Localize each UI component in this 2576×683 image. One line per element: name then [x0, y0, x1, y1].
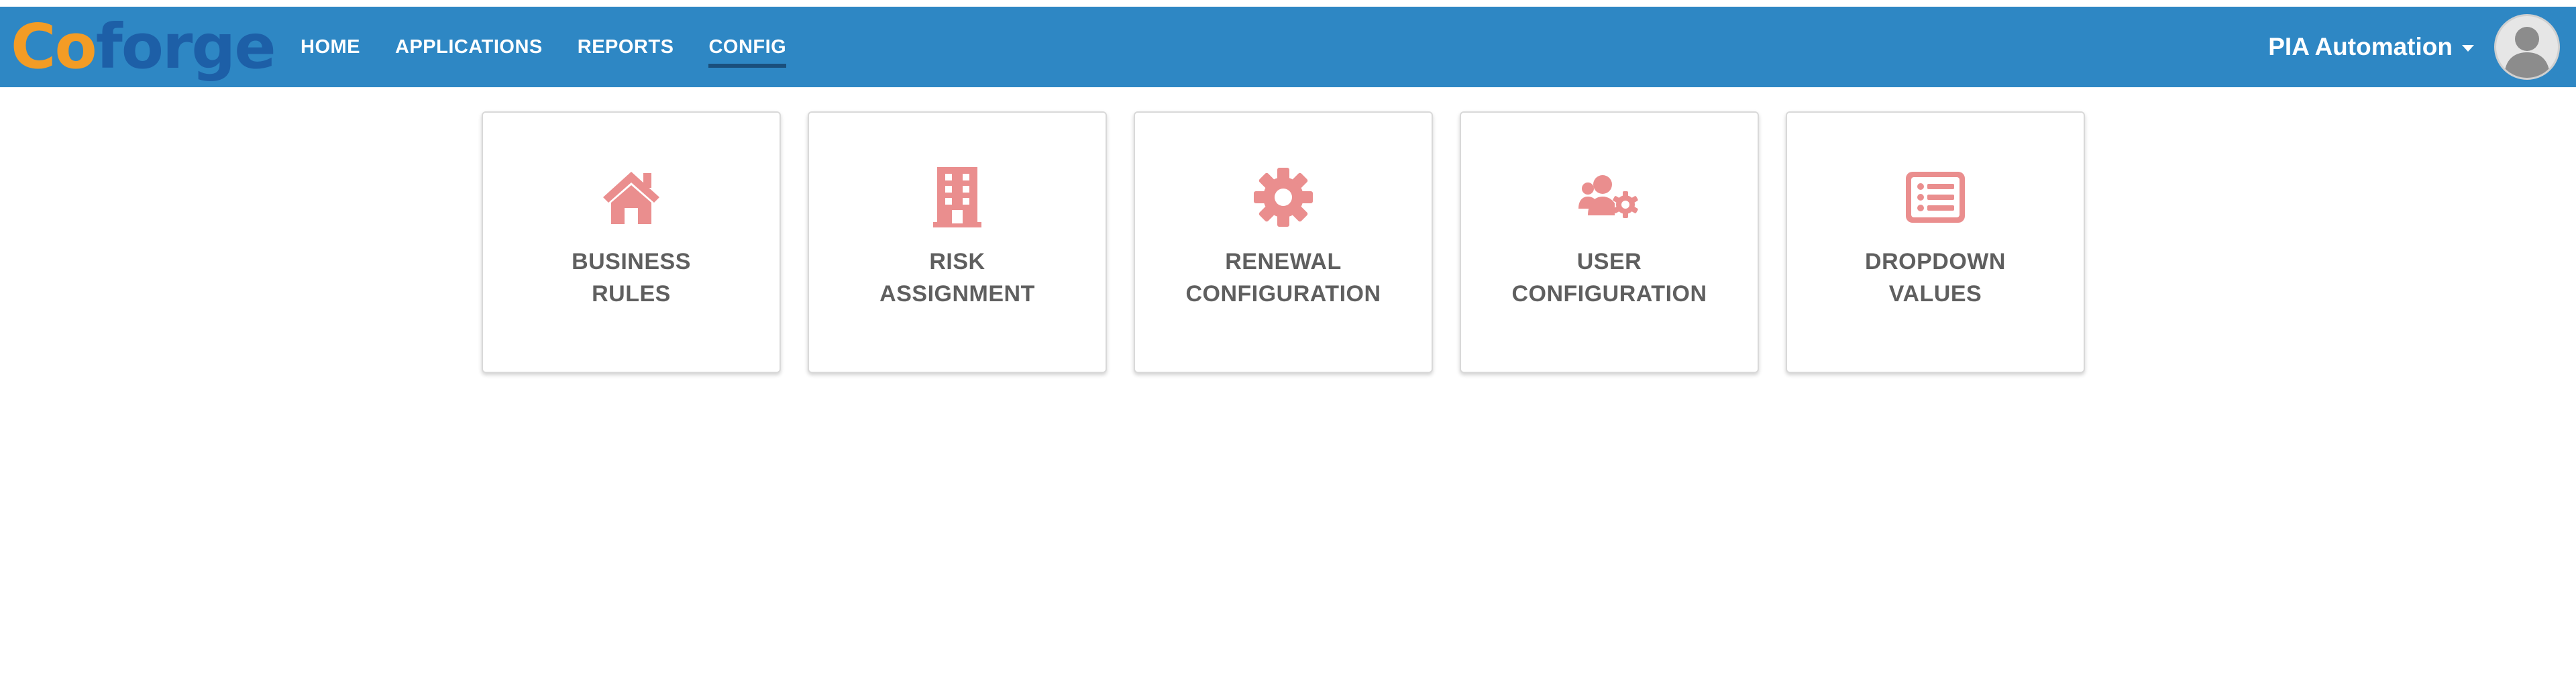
- window-top-edge: [0, 0, 2576, 7]
- user-name-label: PIA Automation: [2268, 33, 2453, 60]
- tile-label-line2: RULES: [592, 281, 671, 307]
- tile-label-line1: RENEWAL: [1225, 249, 1342, 274]
- user-menu-toggle[interactable]: PIA Automation: [2268, 33, 2474, 61]
- users-cog-icon: [1577, 165, 1642, 229]
- tile-label: BUSINESS RULES: [572, 246, 691, 310]
- home-icon: [599, 165, 663, 229]
- tile-label-line1: DROPDOWN: [1865, 249, 2006, 274]
- gear-icon: [1251, 165, 1316, 229]
- logo-letter-c: C: [11, 11, 56, 83]
- list-icon: [1903, 165, 1968, 229]
- user-avatar-icon[interactable]: [2494, 14, 2560, 80]
- tile-label-line1: USER: [1576, 249, 1642, 274]
- tile-business-rules[interactable]: BUSINESS RULES: [482, 111, 781, 373]
- nav-applications[interactable]: APPLICATIONS: [395, 36, 543, 58]
- nav-reports[interactable]: REPORTS: [578, 36, 674, 58]
- tile-label-line1: BUSINESS: [572, 249, 691, 274]
- coforge-logo[interactable]: Co forge: [11, 11, 276, 83]
- tile-label: RISK ASSIGNMENT: [879, 246, 1035, 310]
- tile-risk-assignment[interactable]: RISK ASSIGNMENT: [808, 111, 1107, 373]
- tile-label: USER CONFIGURATION: [1511, 246, 1707, 310]
- tile-label-line2: CONFIGURATION: [1511, 281, 1707, 307]
- tile-renewal-configuration[interactable]: RENEWAL CONFIGURATION: [1134, 111, 1433, 373]
- tile-label-line2: ASSIGNMENT: [879, 281, 1035, 307]
- top-navbar: Co forge HOME APPLICATIONS REPORTS CONFIG…: [0, 7, 2576, 87]
- main-nav: HOME APPLICATIONS REPORTS CONFIG: [301, 7, 787, 87]
- config-tiles: BUSINESS RULES RISK ASSIGNMENT RENEWAL C…: [482, 111, 2085, 373]
- tile-dropdown-values[interactable]: DROPDOWN VALUES: [1786, 111, 2085, 373]
- tile-user-configuration[interactable]: USER CONFIGURATION: [1460, 111, 1759, 373]
- tile-label: RENEWAL CONFIGURATION: [1185, 246, 1381, 310]
- tile-label-line2: VALUES: [1888, 281, 1982, 307]
- tile-label: DROPDOWN VALUES: [1865, 246, 2006, 310]
- building-icon: [925, 165, 989, 229]
- tile-label-line1: RISK: [929, 249, 985, 274]
- tile-label-line2: CONFIGURATION: [1185, 281, 1381, 307]
- nav-config[interactable]: CONFIG: [708, 36, 787, 68]
- logo-text-rest: forge: [95, 11, 276, 83]
- logo-letter-o: o: [54, 11, 97, 83]
- caret-down-icon: [2462, 45, 2474, 52]
- user-menu: PIA Automation: [2268, 13, 2560, 81]
- nav-home[interactable]: HOME: [301, 36, 360, 58]
